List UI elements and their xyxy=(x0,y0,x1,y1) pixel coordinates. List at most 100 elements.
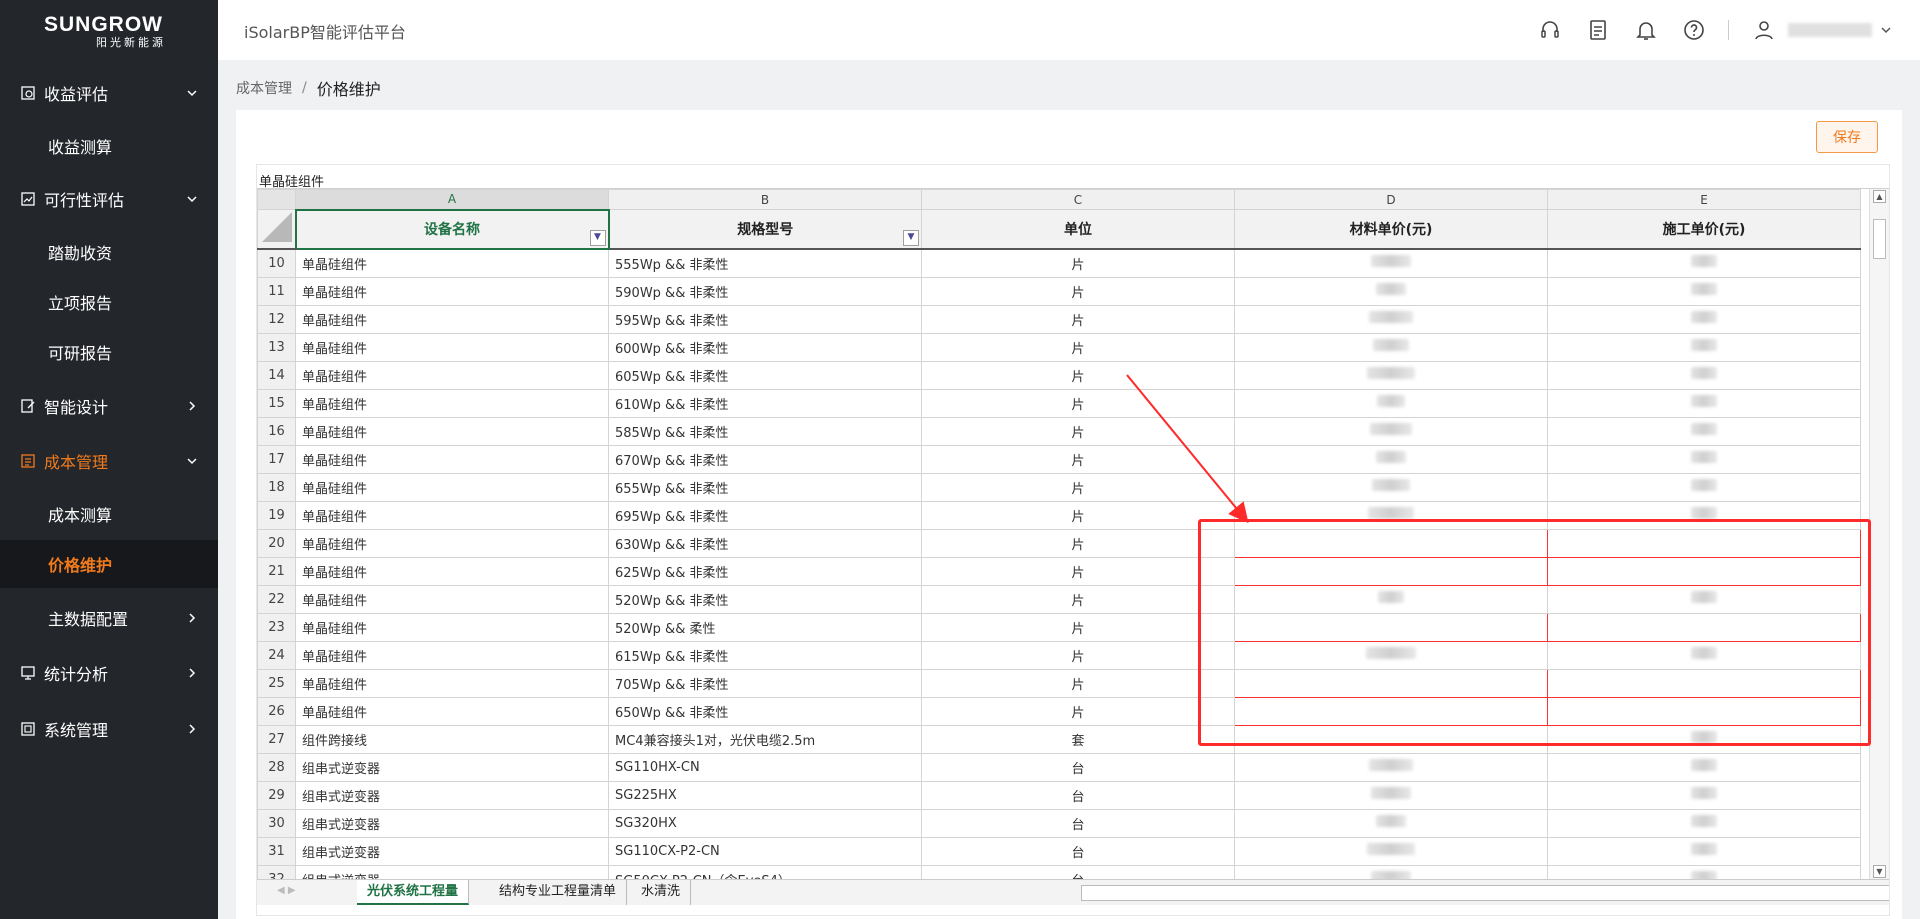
cell-spec-model[interactable]: 555Wp && 非柔性 xyxy=(608,248,922,278)
cell-equipment-name[interactable]: 组串式逆变器 xyxy=(295,864,609,879)
bell-icon[interactable] xyxy=(1634,18,1658,42)
row-number[interactable]: 18 xyxy=(257,472,296,502)
table-row[interactable]: 30 组串式逆变器 SG320HX 台 xyxy=(257,808,1861,838)
cell-construction-price[interactable] xyxy=(1547,640,1861,670)
cell-construction-price[interactable] xyxy=(1547,780,1861,810)
cell-unit[interactable]: 台 xyxy=(921,780,1235,810)
table-row[interactable]: 23 单晶硅组件 520Wp && 柔性片 xyxy=(257,612,1861,642)
cell-spec-model[interactable]: MC4兼容接头1对，光伏电缆2.5m xyxy=(608,724,922,754)
help-icon[interactable] xyxy=(1682,18,1706,42)
row-number[interactable]: 25 xyxy=(257,668,296,698)
cell-material-price[interactable] xyxy=(1234,780,1548,810)
breadcrumb-parent[interactable]: 成本管理 xyxy=(236,78,292,98)
scroll-down-icon[interactable]: ▼ xyxy=(1873,865,1886,878)
cell-equipment-name[interactable]: 组串式逆变器 xyxy=(295,752,609,782)
cell-construction-price[interactable] xyxy=(1547,836,1861,866)
row-number[interactable]: 17 xyxy=(257,444,296,474)
cell-unit[interactable]: 片 xyxy=(921,472,1235,502)
scroll-thumb[interactable] xyxy=(1873,219,1886,259)
cell-equipment-name[interactable]: 单晶硅组件 xyxy=(295,472,609,502)
spreadsheet-grid[interactable]: A B C D E 设备名称 ▼ 规格型号 ▼ 单位 材料单价(元) 施工单价(元) 10 单晶硅组件 55… xyxy=(257,189,1869,879)
cell-equipment-name[interactable]: 单晶硅组件 xyxy=(295,276,609,306)
cell-material-price[interactable] xyxy=(1234,584,1548,614)
menu-group-statistics[interactable]: 统计分析 xyxy=(0,651,218,695)
cell-construction-price[interactable] xyxy=(1547,668,1861,698)
menu-item-revenue-calc[interactable]: 收益测算 xyxy=(0,124,218,168)
cell-material-price[interactable] xyxy=(1234,528,1548,558)
cell-unit[interactable]: 片 xyxy=(921,360,1235,390)
cell-equipment-name[interactable]: 单晶硅组件 xyxy=(295,332,609,362)
cell-unit[interactable]: 套 xyxy=(921,724,1235,754)
table-row[interactable]: 29 组串式逆变器 SG225HX 台 xyxy=(257,780,1861,810)
table-row[interactable]: 17 单晶硅组件 670Wp && 非柔性片 xyxy=(257,444,1861,474)
row-number[interactable]: 12 xyxy=(257,304,296,334)
cell-material-price[interactable] xyxy=(1234,416,1548,446)
cell-equipment-name[interactable]: 单晶硅组件 xyxy=(295,388,609,418)
row-number[interactable]: 27 xyxy=(257,724,296,754)
cell-equipment-name[interactable]: 组串式逆变器 xyxy=(295,836,609,866)
menu-item-survey[interactable]: 踏勘收资 xyxy=(0,230,218,274)
cell-material-price[interactable] xyxy=(1234,556,1548,586)
cell-equipment-name[interactable]: 单晶硅组件 xyxy=(295,500,609,530)
filter-dropdown-icon[interactable]: ▼ xyxy=(589,230,606,246)
cell-spec-model[interactable]: SG110CX-P2-CN xyxy=(608,836,922,866)
cell-spec-model[interactable]: 595Wp && 非柔性 xyxy=(608,304,922,334)
select-all-corner[interactable] xyxy=(257,189,296,210)
table-row[interactable]: 26 单晶硅组件 650Wp && 非柔性片 xyxy=(257,696,1861,726)
cell-material-price[interactable] xyxy=(1234,752,1548,782)
cell-spec-model[interactable]: 650Wp && 非柔性 xyxy=(608,696,922,726)
cell-material-price[interactable] xyxy=(1234,864,1548,879)
cell-spec-model[interactable]: 655Wp && 非柔性 xyxy=(608,472,922,502)
tab-water-cleaning[interactable]: 水清洗 xyxy=(631,880,692,905)
cell-construction-price[interactable] xyxy=(1547,584,1861,614)
headset-icon[interactable] xyxy=(1538,18,1562,42)
cell-material-price[interactable] xyxy=(1234,808,1548,838)
cell-unit[interactable]: 台 xyxy=(921,752,1235,782)
cell-material-price[interactable] xyxy=(1234,444,1548,474)
cell-equipment-name[interactable]: 单晶硅组件 xyxy=(295,528,609,558)
cell-spec-model[interactable]: 590Wp && 非柔性 xyxy=(608,276,922,306)
cell-equipment-name[interactable]: 组串式逆变器 xyxy=(295,780,609,810)
cell-equipment-name[interactable]: 单晶硅组件 xyxy=(295,696,609,726)
cell-construction-price[interactable] xyxy=(1547,444,1861,474)
cell-material-price[interactable] xyxy=(1234,360,1548,390)
filter-dropdown-icon[interactable]: ▼ xyxy=(903,230,919,246)
row-number[interactable]: 10 xyxy=(257,248,296,278)
table-row[interactable]: 14 单晶硅组件 605Wp && 非柔性片 xyxy=(257,360,1861,390)
cell-unit[interactable]: 片 xyxy=(921,416,1235,446)
column-letter[interactable]: D xyxy=(1234,189,1548,210)
cell-spec-model[interactable]: 520Wp && 柔性 xyxy=(608,612,922,642)
cell-construction-price[interactable] xyxy=(1547,556,1861,586)
cell-equipment-name[interactable]: 单晶硅组件 xyxy=(295,640,609,670)
cell-unit[interactable]: 片 xyxy=(921,304,1235,334)
scroll-up-icon[interactable]: ▲ xyxy=(1873,190,1886,203)
user-avatar-icon[interactable] xyxy=(1752,18,1776,42)
cell-unit[interactable]: 片 xyxy=(921,276,1235,306)
cell-construction-price[interactable] xyxy=(1547,304,1861,334)
row-number[interactable]: 28 xyxy=(257,752,296,782)
sungrow-logo[interactable]: SUNGROW 阳光新能源 xyxy=(44,14,174,54)
table-row[interactable]: 32组串式逆变器SG50CX-P2-CN（含EyeS4）台 xyxy=(257,864,1861,879)
chevron-down-icon[interactable] xyxy=(1878,22,1894,38)
cell-spec-model[interactable]: 625Wp && 非柔性 xyxy=(608,556,922,586)
row-number[interactable]: 32 xyxy=(257,864,296,879)
cell-spec-model[interactable]: 520Wp && 非柔性 xyxy=(608,584,922,614)
cell-spec-model[interactable]: 585Wp && 非柔性 xyxy=(608,416,922,446)
cell-equipment-name[interactable]: 组件跨接线 xyxy=(295,724,609,754)
table-row[interactable]: 31 组串式逆变器 SG110CX-P2-CN 台 xyxy=(257,836,1861,866)
menu-item-project-report[interactable]: 立项报告 xyxy=(0,280,218,324)
cell-spec-model[interactable]: 610Wp && 非柔性 xyxy=(608,388,922,418)
cell-spec-model[interactable]: SG320HX xyxy=(608,808,922,838)
table-row[interactable]: 27 组件跨接线 MC4兼容接头1对，光伏电缆2.5m 套 xyxy=(257,724,1861,754)
column-letter[interactable]: C xyxy=(921,189,1235,210)
cell-construction-price[interactable] xyxy=(1547,724,1861,754)
cell-unit[interactable]: 片 xyxy=(921,528,1235,558)
table-row[interactable]: 12 单晶硅组件 595Wp && 非柔性片 xyxy=(257,304,1861,334)
row-number[interactable]: 13 xyxy=(257,332,296,362)
row-number[interactable]: 15 xyxy=(257,388,296,418)
cell-construction-price[interactable] xyxy=(1547,528,1861,558)
cell-construction-price[interactable] xyxy=(1547,360,1861,390)
cell-material-price[interactable] xyxy=(1234,836,1548,866)
document-icon[interactable] xyxy=(1586,18,1610,42)
cell-name-box[interactable]: 单晶硅组件 xyxy=(257,165,1889,190)
